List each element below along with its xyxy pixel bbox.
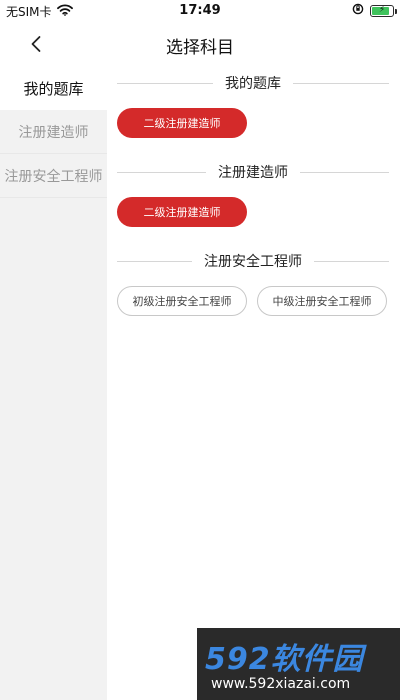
divider-line — [117, 260, 192, 262]
chip-row-safety-engineer: 初级注册安全工程师 中级注册安全工程师 — [117, 286, 387, 316]
sidebar-item-constructor[interactable]: 注册建造师 — [0, 110, 107, 154]
subject-chip[interactable]: 初级注册安全工程师 — [117, 286, 247, 316]
section-title: 注册安全工程师 — [204, 254, 302, 270]
nav-bar: 选择科目 — [0, 22, 400, 66]
status-bar: 无SIM卡 17:49 ⚡ — [0, 0, 400, 22]
divider-line — [300, 171, 389, 173]
status-time: 17:49 — [179, 3, 221, 18]
chip-row-constructor: 二级注册建造师 — [117, 197, 247, 227]
section-title: 注册建造师 — [218, 165, 288, 181]
sidebar-item-safety-engineer[interactable]: 注册安全工程师 — [0, 154, 107, 198]
section-title: 我的题库 — [225, 76, 281, 92]
watermark: 592软件园 www.592xiazai.com — [197, 628, 400, 700]
sidebar: 我的题库 注册建造师 注册安全工程师 — [0, 66, 107, 700]
sidebar-item-label: 注册安全工程师 — [4, 168, 103, 185]
subject-chip[interactable]: 二级注册建造师 — [117, 108, 247, 138]
rotation-lock-icon — [352, 3, 364, 18]
page-title: 选择科目 — [166, 38, 234, 58]
section-header-my-bank: 我的题库 — [117, 71, 389, 95]
divider-line — [117, 171, 206, 173]
battery-icon: ⚡ — [370, 4, 397, 17]
watermark-logo: 592软件园 — [205, 642, 364, 677]
watermark-url: www.592xiazai.com — [211, 676, 351, 692]
sidebar-item-my-bank[interactable]: 我的题库 — [0, 66, 107, 110]
subject-chip[interactable]: 中级注册安全工程师 — [257, 286, 387, 316]
subject-chip[interactable]: 二级注册建造师 — [117, 197, 247, 227]
chip-row-my-bank: 二级注册建造师 — [117, 108, 247, 138]
sidebar-item-label: 注册建造师 — [18, 124, 89, 141]
section-header-constructor: 注册建造师 — [117, 160, 389, 184]
status-right: ⚡ — [352, 3, 397, 18]
subject-list: 我的题库 二级注册建造师 注册建造师 二级注册建造师 注册安全工程师 初级注册安… — [107, 66, 400, 700]
divider-line — [117, 82, 213, 84]
charging-bolt-icon: ⚡ — [378, 5, 386, 15]
sidebar-item-label: 我的题库 — [23, 79, 84, 98]
section-header-safety-engineer: 注册安全工程师 — [117, 249, 389, 273]
divider-line — [293, 82, 389, 84]
divider-line — [314, 260, 389, 262]
